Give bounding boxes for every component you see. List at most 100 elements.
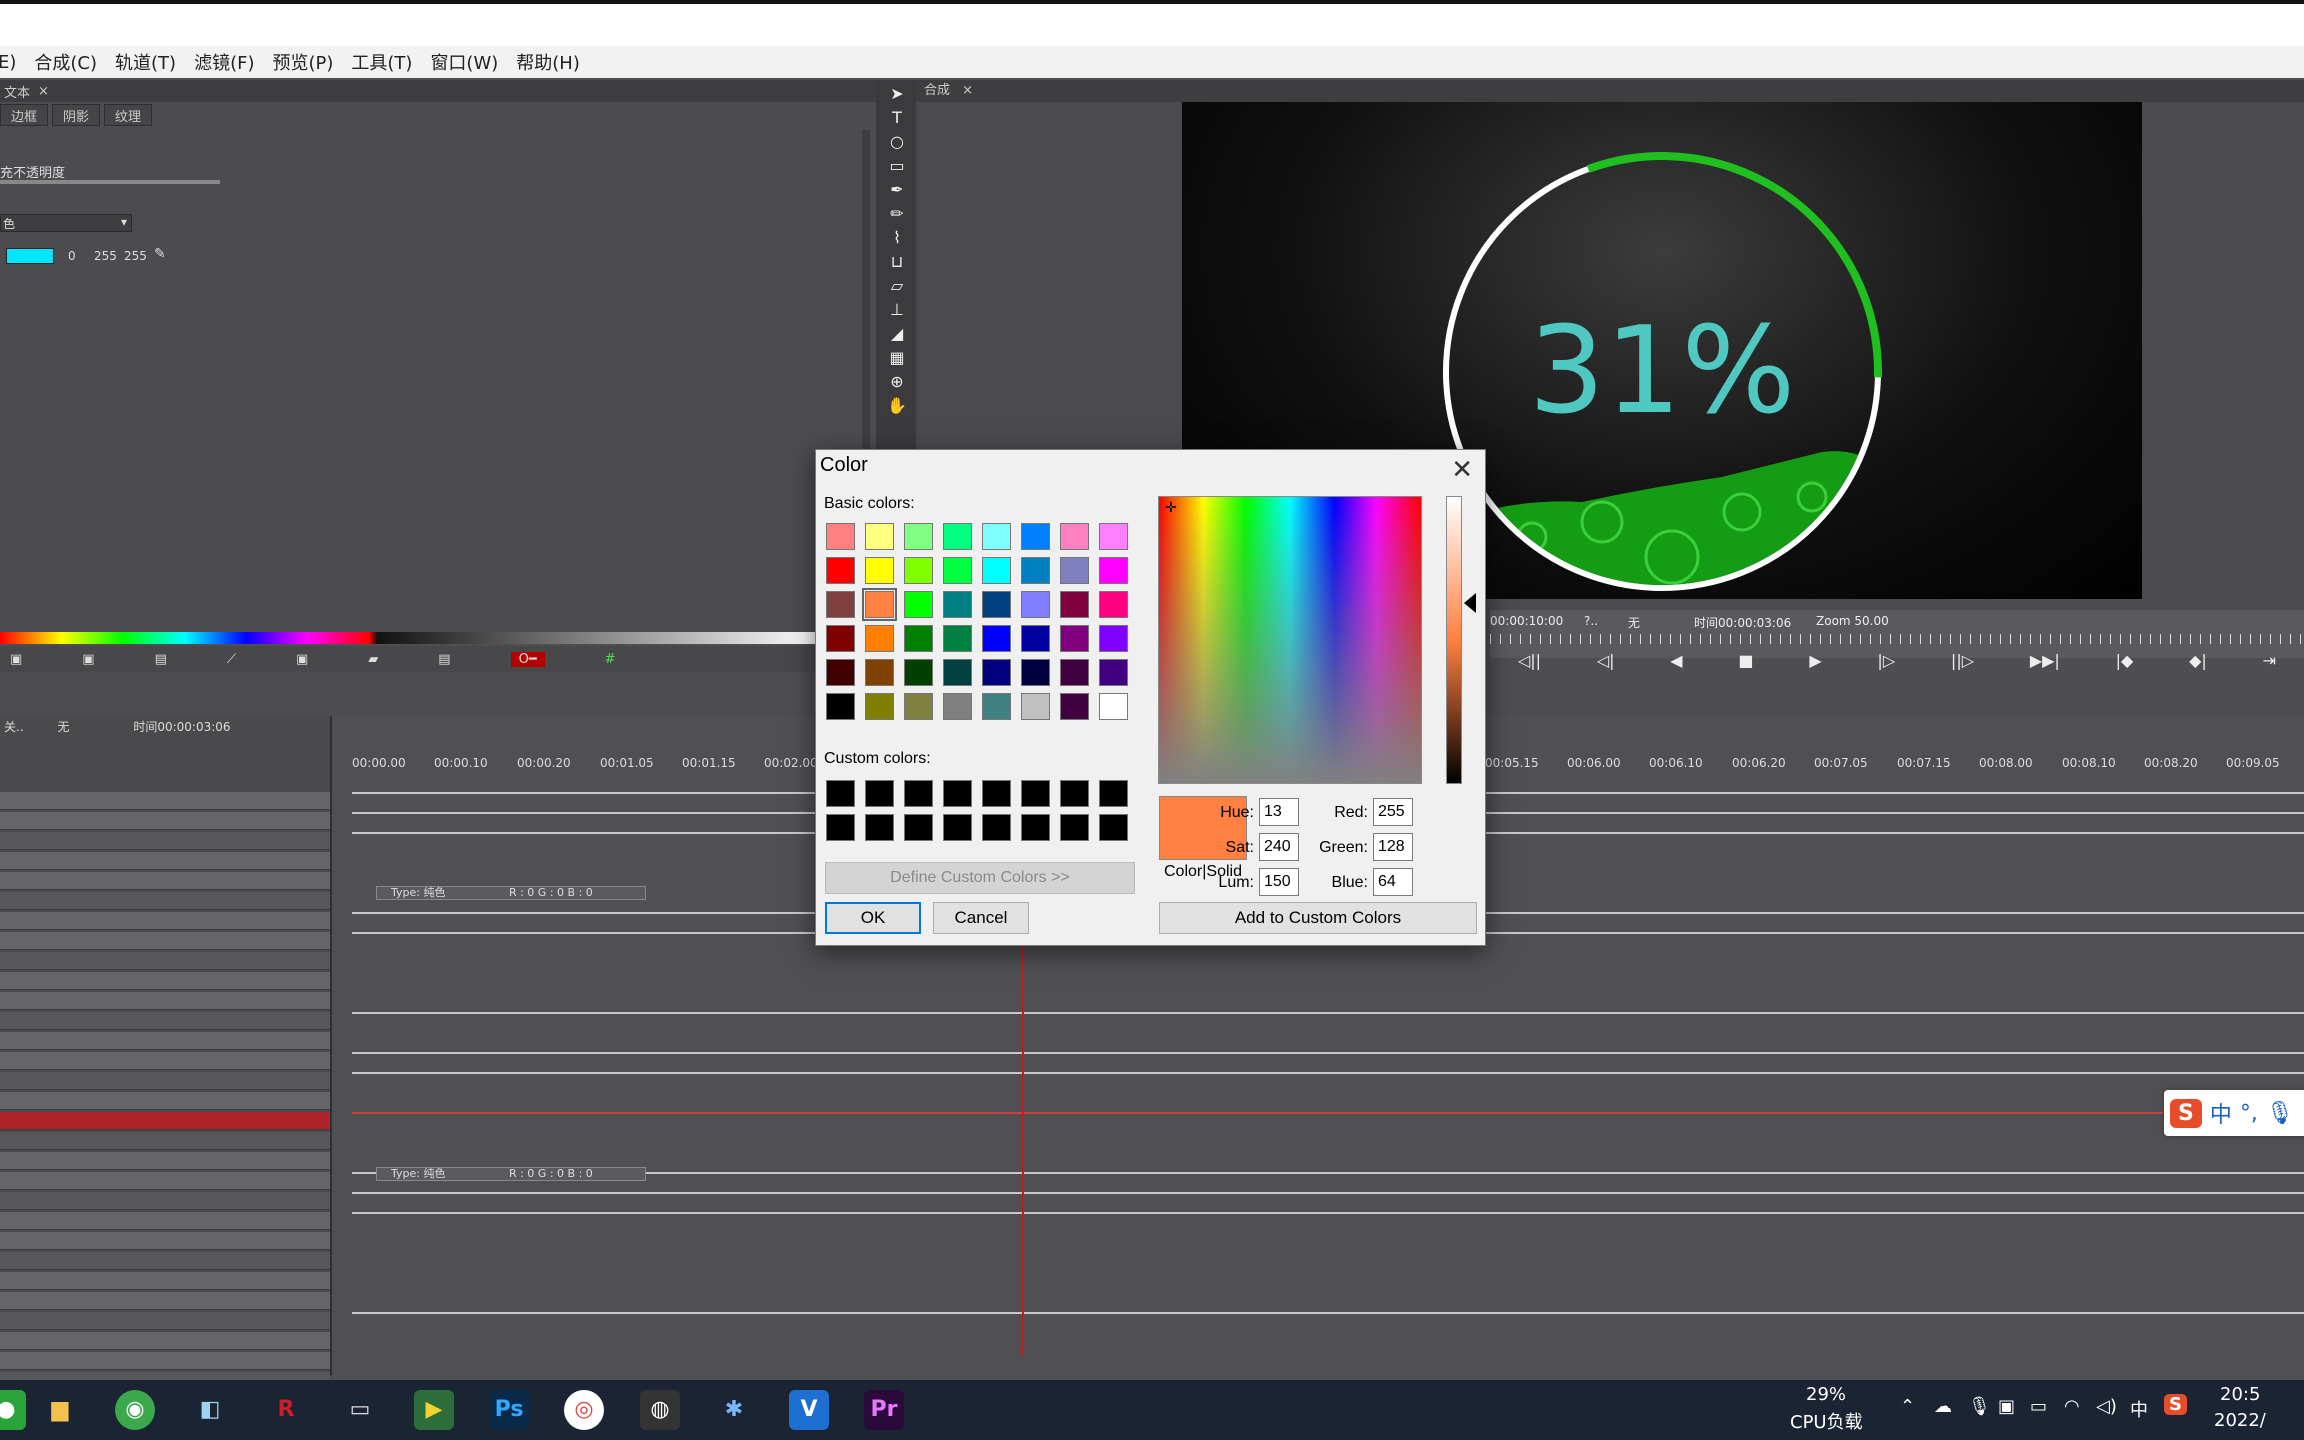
track-row[interactable] — [0, 1052, 330, 1070]
wifi-icon[interactable]: ◠ — [2064, 1396, 2080, 1417]
microphone-icon[interactable]: 🎙 — [1968, 1396, 1991, 1417]
track-row[interactable] — [0, 872, 330, 890]
cloud-icon[interactable]: ☁ — [1934, 1396, 1952, 1417]
basic-color-swatch[interactable] — [1099, 523, 1128, 550]
basic-color-swatch[interactable] — [826, 523, 855, 550]
fill-icon[interactable]: ⊥ — [886, 300, 908, 320]
pencil-icon[interactable]: ✏ — [886, 204, 908, 224]
punctuation-icon[interactable]: °, — [2240, 1101, 2258, 1126]
red-input[interactable]: 255 — [1373, 798, 1413, 826]
grid-icon[interactable]: ▦ — [886, 348, 908, 368]
fill-color-swatch[interactable] — [6, 248, 54, 264]
basic-color-swatch[interactable] — [1099, 693, 1128, 720]
basic-color-swatch[interactable] — [865, 625, 894, 652]
basic-color-swatch[interactable] — [1060, 523, 1089, 550]
basic-color-swatch[interactable] — [1060, 591, 1089, 618]
tab-shadow[interactable]: 阴影 — [52, 104, 101, 126]
track-clip-line[interactable] — [352, 1212, 2304, 1214]
photoshop-icon[interactable]: Ps — [489, 1390, 529, 1430]
end-icon[interactable]: ▶▶| — [2030, 651, 2060, 670]
capture-icon[interactable]: ◍ — [640, 1390, 680, 1430]
track-row[interactable] — [0, 892, 330, 910]
basic-color-swatch[interactable] — [943, 591, 972, 618]
hue-input[interactable]: 13 — [1259, 798, 1299, 826]
menu-item[interactable]: 滤镜(F) — [194, 49, 254, 75]
track-row[interactable] — [0, 1192, 330, 1210]
custom-color-swatch[interactable] — [826, 814, 855, 841]
volume-icon[interactable]: ◁) — [2096, 1396, 2117, 1417]
track-row[interactable] — [0, 1312, 330, 1330]
ok-button[interactable]: OK — [825, 902, 921, 934]
custom-color-swatch[interactable] — [1099, 814, 1128, 841]
effect-icon[interactable]: ▣ — [10, 652, 22, 667]
basic-color-swatch[interactable] — [982, 557, 1011, 584]
lum-input[interactable]: 150 — [1259, 868, 1299, 896]
track-row[interactable] — [0, 1292, 330, 1310]
menu-item[interactable]: 窗口(W) — [430, 49, 498, 75]
hand-icon[interactable]: ✋ — [886, 396, 908, 416]
forward-icon[interactable]: ||▷ — [1951, 651, 1974, 670]
paint-icon[interactable]: ◢ — [886, 324, 908, 344]
step-back-icon[interactable]: ◀ — [1670, 651, 1682, 670]
track-row[interactable] — [0, 992, 330, 1010]
custom-color-swatch[interactable] — [904, 780, 933, 807]
video-editor-icon[interactable]: ▶ — [414, 1390, 454, 1430]
basic-color-swatch[interactable] — [826, 693, 855, 720]
basic-color-swatch[interactable] — [826, 625, 855, 652]
clock-date[interactable]: 2022/ — [2214, 1410, 2266, 1431]
basic-color-swatch[interactable] — [865, 693, 894, 720]
track-row[interactable] — [0, 1072, 330, 1090]
basic-color-swatch[interactable] — [1021, 625, 1050, 652]
basic-color-swatch[interactable] — [904, 523, 933, 550]
basic-color-swatch[interactable] — [1021, 591, 1050, 618]
opacity-slider[interactable] — [0, 180, 220, 184]
eyedropper-icon[interactable]: ✎ — [154, 246, 166, 262]
basic-color-swatch[interactable] — [1060, 625, 1089, 652]
custom-color-swatch[interactable] — [1021, 780, 1050, 807]
track-clip-line[interactable] — [352, 1072, 2304, 1074]
basic-color-swatch[interactable] — [1021, 523, 1050, 550]
basic-color-swatch[interactable] — [904, 557, 933, 584]
sat-input[interactable]: 240 — [1259, 833, 1299, 861]
color-spectrum-strip[interactable] — [0, 632, 820, 644]
custom-color-swatch[interactable] — [1099, 780, 1128, 807]
track-row[interactable] — [0, 1152, 330, 1170]
track-row[interactable] — [0, 1132, 330, 1150]
custom-color-swatch[interactable] — [982, 780, 1011, 807]
battery-icon[interactable]: ▭ — [2030, 1396, 2047, 1417]
effect-icon[interactable]: ▤ — [438, 652, 450, 667]
basic-color-swatch[interactable] — [1021, 557, 1050, 584]
basic-color-swatch[interactable] — [862, 588, 897, 621]
ime-toolbar[interactable]: S 中 °, 🎙 — [2164, 1090, 2304, 1136]
basic-color-swatch[interactable] — [982, 523, 1011, 550]
tab-texture[interactable]: 纹理 — [104, 104, 153, 126]
track-row[interactable] — [0, 972, 330, 990]
folder-icon[interactable]: ▆ — [40, 1390, 80, 1430]
effect-icon[interactable]: ▰ — [368, 652, 378, 667]
custom-color-swatch[interactable] — [826, 780, 855, 807]
prev-frame-icon[interactable]: ◁| — [1597, 651, 1615, 670]
rectangle-icon[interactable]: ▭ — [886, 156, 908, 176]
track-row[interactable] — [0, 1332, 330, 1350]
add-to-custom-colors-button[interactable]: Add to Custom Colors — [1159, 902, 1477, 934]
basic-color-swatch[interactable] — [943, 659, 972, 686]
basic-color-swatch[interactable] — [1099, 659, 1128, 686]
basic-color-swatch[interactable] — [826, 557, 855, 584]
cancel-button[interactable]: Cancel — [933, 902, 1029, 934]
effect-icon[interactable]: ▣ — [82, 652, 94, 667]
pen-icon[interactable]: ✒ — [886, 180, 908, 200]
tab-border[interactable]: 边框 — [0, 104, 49, 126]
brush-icon[interactable]: ⌇ — [886, 228, 908, 248]
app-icon[interactable]: ✱ — [714, 1390, 754, 1430]
track-row[interactable] — [0, 792, 330, 810]
goto-end-icon[interactable]: ⇥ — [2263, 651, 2276, 670]
slider-arrow-icon[interactable] — [1464, 593, 1476, 613]
track-row[interactable] — [0, 912, 330, 930]
play-icon[interactable]: ▶ — [1809, 651, 1821, 670]
custom-color-swatch[interactable] — [1060, 814, 1089, 841]
basic-color-swatch[interactable] — [1021, 659, 1050, 686]
mark-in-icon[interactable]: |◆ — [2116, 651, 2134, 670]
key-icon[interactable]: O━ — [510, 651, 545, 667]
rewind-icon[interactable]: ◁|| — [1518, 651, 1541, 670]
ime-language[interactable]: 中 — [2210, 1097, 2232, 1129]
